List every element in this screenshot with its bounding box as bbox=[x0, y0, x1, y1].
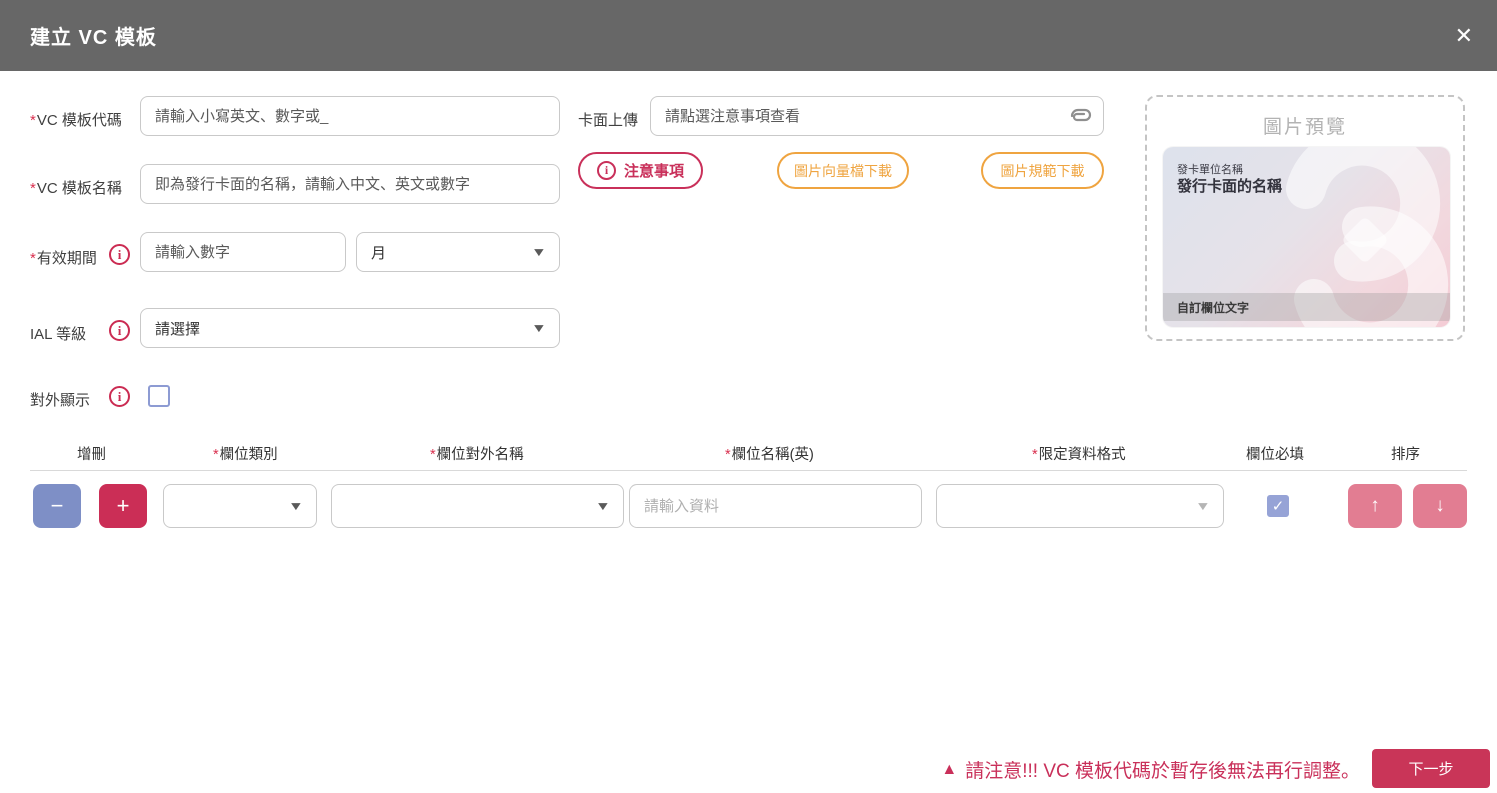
card-custom-field-strip: 自訂欄位文字 bbox=[1163, 293, 1450, 321]
chevron-down-icon: ▼ bbox=[595, 499, 611, 513]
col-header-sort: 排序 bbox=[1390, 443, 1420, 464]
card-preview: 發卡單位名稱 發行卡面的名稱 自訂欄位文字 bbox=[1163, 147, 1450, 327]
validity-label: *有效期間 bbox=[30, 247, 97, 268]
col-header-data-format: *限定資料格式 bbox=[1032, 443, 1126, 464]
move-down-button[interactable]: ↓ bbox=[1413, 484, 1467, 528]
arrow-up-icon: ↑ bbox=[1370, 495, 1380, 517]
check-icon: ✓ bbox=[1272, 497, 1285, 515]
validity-number-input[interactable] bbox=[140, 232, 346, 272]
card-upload-label: 卡面上傳 bbox=[578, 109, 638, 130]
col-header-field-type: *欄位類別 bbox=[213, 443, 278, 464]
field-type-select[interactable]: ▼ bbox=[163, 484, 317, 528]
field-required-checkbox[interactable]: ✓ bbox=[1267, 495, 1289, 517]
field-display-name-select[interactable]: ▼ bbox=[331, 484, 624, 528]
vector-download-button[interactable]: 圖片向量檔下載 bbox=[777, 152, 909, 189]
card-name-text: 發行卡面的名稱 bbox=[1177, 175, 1282, 196]
ial-info-icon[interactable]: i bbox=[109, 320, 130, 341]
template-name-label: *VC 模板名稱 bbox=[30, 177, 122, 198]
col-header-field-required: 欄位必填 bbox=[1245, 443, 1304, 464]
table-header-divider bbox=[30, 470, 1467, 471]
warning-triangle-icon: ▲ bbox=[941, 761, 957, 779]
public-display-checkbox[interactable] bbox=[148, 385, 170, 407]
required-asterisk: * bbox=[30, 180, 36, 197]
card-custom-field-text: 自訂欄位文字 bbox=[1177, 299, 1249, 316]
image-preview-panel: 圖片預覽 發卡單位名稱 發行卡面的名稱 自訂欄位文字 bbox=[1145, 95, 1465, 341]
next-step-button[interactable]: 下一步 bbox=[1372, 749, 1490, 788]
notice-button-label: 注意事項 bbox=[624, 160, 684, 181]
chevron-down-icon: ▼ bbox=[288, 499, 304, 513]
move-up-button[interactable]: ↑ bbox=[1348, 484, 1402, 528]
info-icon: i bbox=[597, 161, 616, 180]
card-upload-input[interactable] bbox=[650, 96, 1104, 136]
ial-select[interactable]: 請選擇 ▼ bbox=[140, 308, 560, 348]
public-display-info-icon[interactable]: i bbox=[109, 386, 130, 407]
template-code-label: *VC 模板代碼 bbox=[30, 109, 122, 130]
plus-icon: + bbox=[117, 495, 130, 517]
template-name-input[interactable] bbox=[140, 164, 560, 204]
minus-icon: − bbox=[51, 495, 64, 517]
notice-button[interactable]: i 注意事項 bbox=[578, 152, 703, 189]
remove-row-button[interactable]: − bbox=[33, 484, 81, 528]
required-asterisk: * bbox=[30, 250, 36, 267]
spec-download-label: 圖片規範下載 bbox=[1001, 161, 1085, 181]
close-icon[interactable]: ✕ bbox=[1455, 25, 1473, 47]
validity-info-icon[interactable]: i bbox=[109, 244, 130, 265]
create-vc-template-dialog: 建立 VC 模板 ✕ *VC 模板代碼 *VC 模板名稱 卡面上傳 i 注意事項… bbox=[0, 0, 1497, 793]
required-asterisk: * bbox=[30, 112, 36, 129]
warning-text: 請注意!!! VC 模板代碼於暫存後無法再行調整。 bbox=[965, 756, 1360, 783]
col-header-field-display-name: *欄位對外名稱 bbox=[430, 443, 524, 464]
template-code-input[interactable] bbox=[140, 96, 560, 136]
field-name-en-input[interactable] bbox=[629, 484, 922, 528]
arrow-down-icon: ↓ bbox=[1435, 495, 1445, 517]
paperclip-icon[interactable] bbox=[1068, 106, 1092, 126]
chevron-down-icon: ▼ bbox=[1195, 499, 1211, 513]
col-header-field-name-en: *欄位名稱(英) bbox=[725, 443, 814, 464]
ial-label: IAL 等級 bbox=[30, 323, 86, 344]
ial-select-value: 請選擇 bbox=[155, 318, 200, 339]
code-lock-warning: ▲ 請注意!!! VC 模板代碼於暫存後無法再行調整。 bbox=[941, 756, 1360, 783]
data-format-select[interactable]: ▼ bbox=[936, 484, 1224, 528]
vector-download-label: 圖片向量檔下載 bbox=[794, 161, 892, 181]
add-row-button[interactable]: + bbox=[99, 484, 147, 528]
col-header-add-delete: 增刪 bbox=[76, 443, 106, 464]
dialog-titlebar: 建立 VC 模板 ✕ bbox=[0, 0, 1497, 71]
spec-download-button[interactable]: 圖片規範下載 bbox=[981, 152, 1104, 189]
next-step-label: 下一步 bbox=[1408, 761, 1453, 778]
preview-title: 圖片預覽 bbox=[1147, 112, 1463, 139]
validity-unit-select[interactable]: 月 ▼ bbox=[356, 232, 560, 272]
chevron-down-icon: ▼ bbox=[531, 321, 547, 335]
validity-unit-value: 月 bbox=[371, 242, 386, 263]
chevron-down-icon: ▼ bbox=[531, 245, 547, 259]
page-title: 建立 VC 模板 bbox=[30, 21, 157, 50]
public-display-label: 對外顯示 bbox=[30, 389, 90, 410]
